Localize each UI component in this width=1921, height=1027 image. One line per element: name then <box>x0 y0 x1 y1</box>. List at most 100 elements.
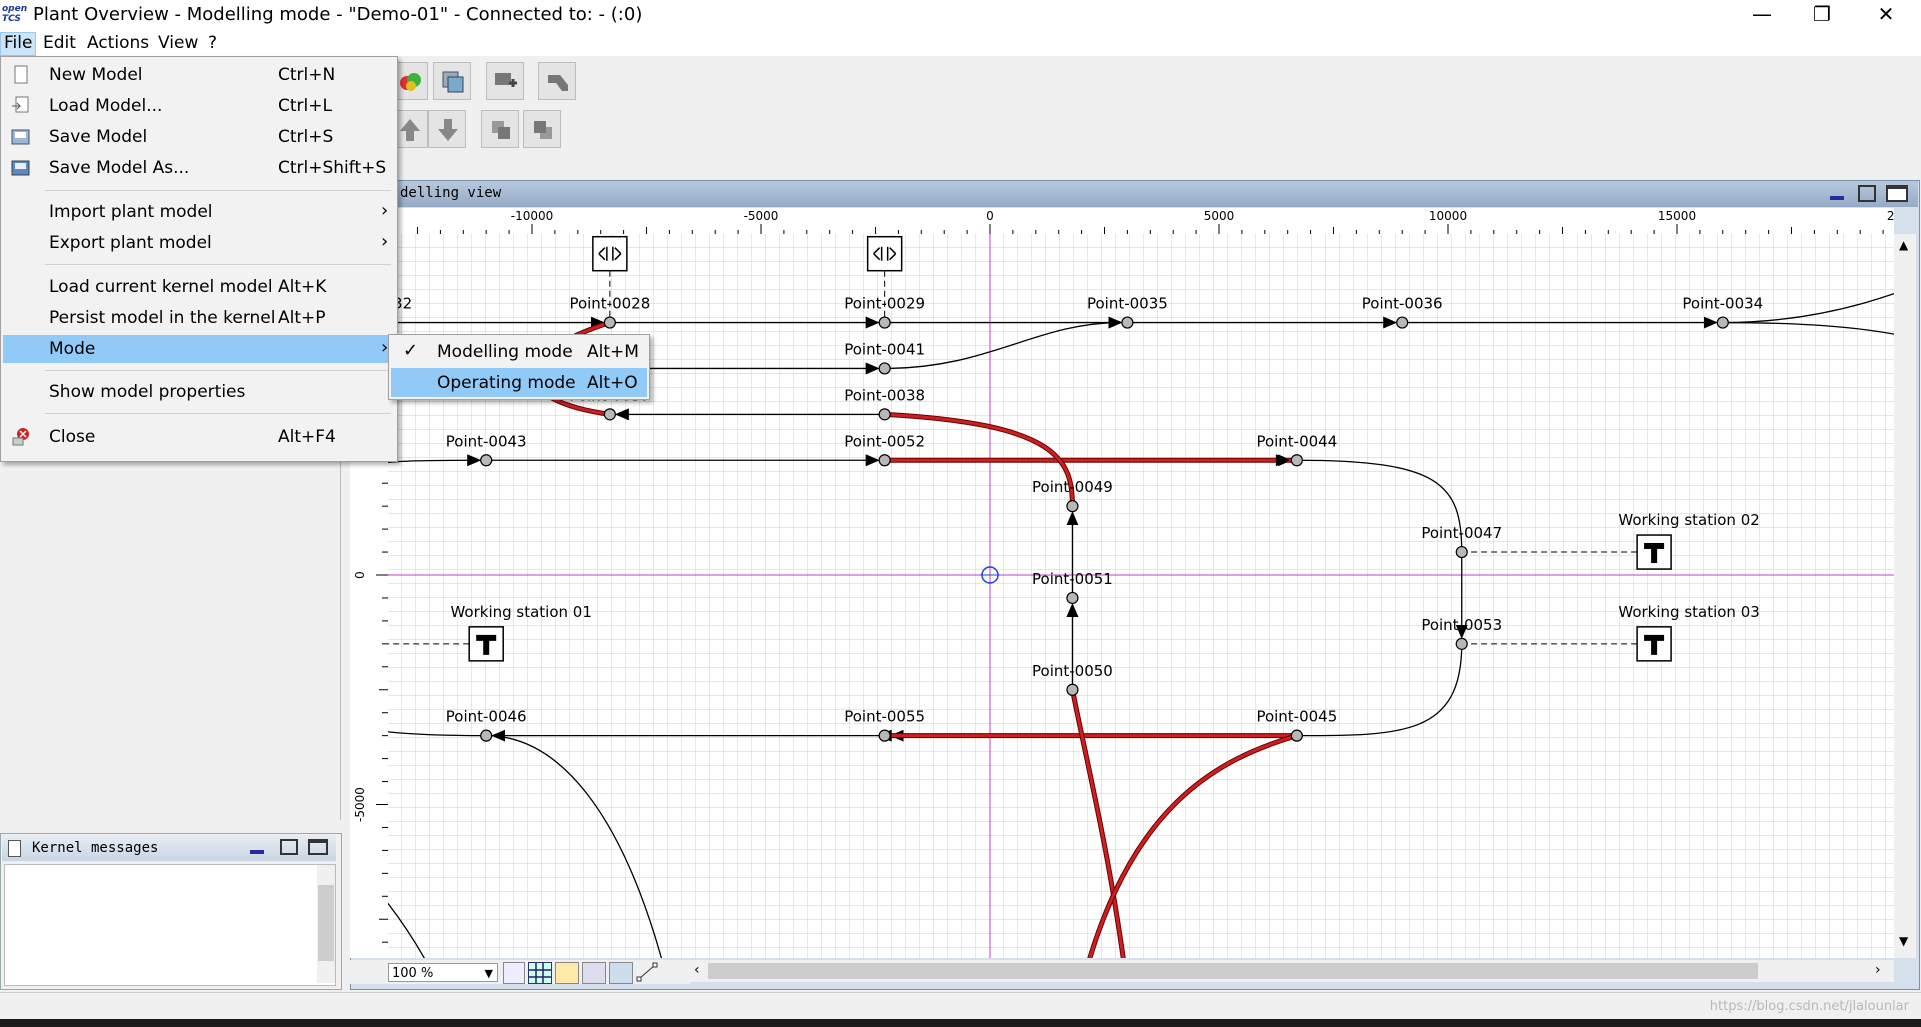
pen-button[interactable] <box>609 962 633 984</box>
copy-layout-button[interactable] <box>433 62 471 100</box>
working-station-location <box>468 626 504 662</box>
halt-point <box>1121 316 1134 329</box>
transfer-location <box>866 235 903 272</box>
halt-point <box>878 316 891 329</box>
status-bar: https://blog.csdn.net/jlalounlar <box>0 992 1921 1018</box>
file-menu-dropdown: New Model Ctrl+N Load Model... Ctrl+L Sa… <box>0 56 398 462</box>
scroll-down-icon[interactable]: ▼ <box>1899 934 1908 948</box>
point-label: Point-0028 <box>569 295 650 313</box>
menu-separator <box>45 264 391 265</box>
send-backward-button[interactable] <box>523 110 561 148</box>
menu-item-new-model[interactable]: New Model Ctrl+N <box>3 61 395 89</box>
group-icon <box>495 73 517 87</box>
menu-item-save-model-as[interactable]: Save Model As... Ctrl+Shift+S <box>3 154 395 182</box>
layer-forward-icon <box>492 121 510 139</box>
menu-item-mode[interactable]: Mode › <box>3 335 395 363</box>
menu-file[interactable]: File <box>0 32 37 56</box>
toggle-labels-button[interactable] <box>503 962 525 984</box>
menu-edit[interactable]: Edit <box>40 32 79 54</box>
scroll-right-icon[interactable]: › <box>1875 962 1881 978</box>
menu-item-load-model[interactable]: Load Model... Ctrl+L <box>3 92 395 120</box>
menu-item-save-model[interactable]: Save Model Ctrl+S <box>3 123 395 151</box>
halt-point <box>1290 454 1303 467</box>
canvas-horizontal-scrollbar[interactable]: ‹ › <box>690 960 1894 982</box>
chevron-down-icon: ▼ <box>484 967 493 980</box>
horizontal-ruler-scale: -25000-20000-15000-10000-500005000100001… <box>53 209 1921 234</box>
menu-item-shortcut: Alt+F4 <box>278 427 336 447</box>
ruler-tick-label: 20000 <box>1887 209 1894 223</box>
menu-help[interactable]: ? <box>205 32 220 54</box>
menu-item-label: Mode <box>49 339 96 359</box>
minimize-view-icon[interactable] <box>1830 196 1844 200</box>
ruler-tick-label: -5000 <box>744 209 779 223</box>
open-document-icon <box>11 96 31 116</box>
kernel-scroll-thumb[interactable] <box>318 885 334 961</box>
menu-item-label: Load current kernel model <box>49 277 273 297</box>
ruler-tick-label: 5000 <box>1204 209 1235 223</box>
bezier-button[interactable] <box>636 962 658 982</box>
float-panel-icon[interactable] <box>280 839 298 855</box>
bezier-icon <box>636 962 658 982</box>
halt-point <box>1290 729 1303 742</box>
menu-item-label: Export plant model <box>49 233 212 253</box>
scroll-left-icon[interactable]: ‹ <box>694 962 700 978</box>
bring-forward-button[interactable] <box>481 110 519 148</box>
save-icon <box>11 127 31 147</box>
menu-item-shortcut: Ctrl+Shift+S <box>278 158 387 178</box>
close-window-button[interactable]: ✕ <box>1856 0 1916 30</box>
maximize-button[interactable]: ❐ <box>1792 0 1852 30</box>
point-label: Point-0050 <box>1032 662 1113 680</box>
ruler-button[interactable] <box>555 962 579 984</box>
arrow-up-icon <box>400 119 420 141</box>
working-station-location <box>1636 534 1672 570</box>
zoom-select[interactable]: 100 % ▼ <box>388 963 498 982</box>
ruler-tick-label: -5000 <box>353 787 367 822</box>
menu-item-shortcut: Alt+K <box>278 277 327 297</box>
bend-icon <box>548 75 568 91</box>
ruler-tick-label: 0 <box>986 209 994 223</box>
menu-actions[interactable]: Actions <box>84 32 152 54</box>
modelling-view-title: delling view <box>400 185 502 201</box>
menu-item-operating-mode[interactable]: Operating mode Alt+O <box>391 368 647 397</box>
halt-point <box>1455 545 1468 559</box>
kernel-messages-area[interactable] <box>4 864 336 986</box>
kernel-messages-title: Kernel messages <box>32 840 159 856</box>
close-icon <box>11 427 31 447</box>
menu-item-export-plant-model[interactable]: Export plant model › <box>3 229 395 257</box>
maximize-panel-icon[interactable] <box>308 839 328 855</box>
menu-item-modelling-mode[interactable]: ✓ Modelling mode Alt+M <box>391 337 647 366</box>
bend-button[interactable] <box>538 62 576 100</box>
location-label: Working station 03 <box>1618 603 1759 621</box>
menu-item-show-model-properties[interactable]: Show model properties <box>3 378 395 406</box>
halt-point <box>1716 316 1729 329</box>
opentcs-logo: open TCS <box>2 4 28 24</box>
menu-separator <box>45 370 391 371</box>
menu-item-persist-kernel-model[interactable]: Persist model in the kernel Alt+P <box>3 304 395 332</box>
menu-item-load-kernel-model[interactable]: Load current kernel model Alt+K <box>3 273 395 301</box>
menu-view[interactable]: View <box>155 32 201 54</box>
scroll-up-icon[interactable]: ▲ <box>1899 238 1908 252</box>
canvas-vertical-scrollbar[interactable]: ▲ ▼ <box>1894 234 1916 958</box>
group-button[interactable] <box>486 62 524 100</box>
point-label: Point-0029 <box>844 295 925 313</box>
menu-separator <box>45 190 391 191</box>
horizontal-scroll-thumb[interactable] <box>708 963 1758 979</box>
blocks-button[interactable] <box>582 962 606 984</box>
maximize-view-icon[interactable] <box>1886 185 1908 202</box>
point-label: Point-0036 <box>1362 295 1443 313</box>
halt-point <box>1066 591 1079 605</box>
minimize-button[interactable]: — <box>1732 0 1792 30</box>
kernel-scrollbar[interactable] <box>317 865 335 983</box>
float-view-icon[interactable] <box>1858 185 1876 202</box>
toggle-grid-button[interactable] <box>528 962 552 984</box>
menu-item-import-plant-model[interactable]: Import plant model › <box>3 198 395 226</box>
halt-point <box>603 408 616 421</box>
point-label: Point-0043 <box>446 432 527 450</box>
minimize-panel-icon[interactable] <box>250 850 264 854</box>
halt-point <box>1396 316 1409 329</box>
window-title-bar: open TCS Plant Overview - Modelling mode … <box>0 0 1921 30</box>
move-down-button[interactable] <box>428 110 466 148</box>
menu-item-close[interactable]: Close Alt+F4 <box>3 423 395 451</box>
menu-item-shortcut: Alt+P <box>278 308 326 328</box>
layer-backward-icon <box>534 121 552 139</box>
